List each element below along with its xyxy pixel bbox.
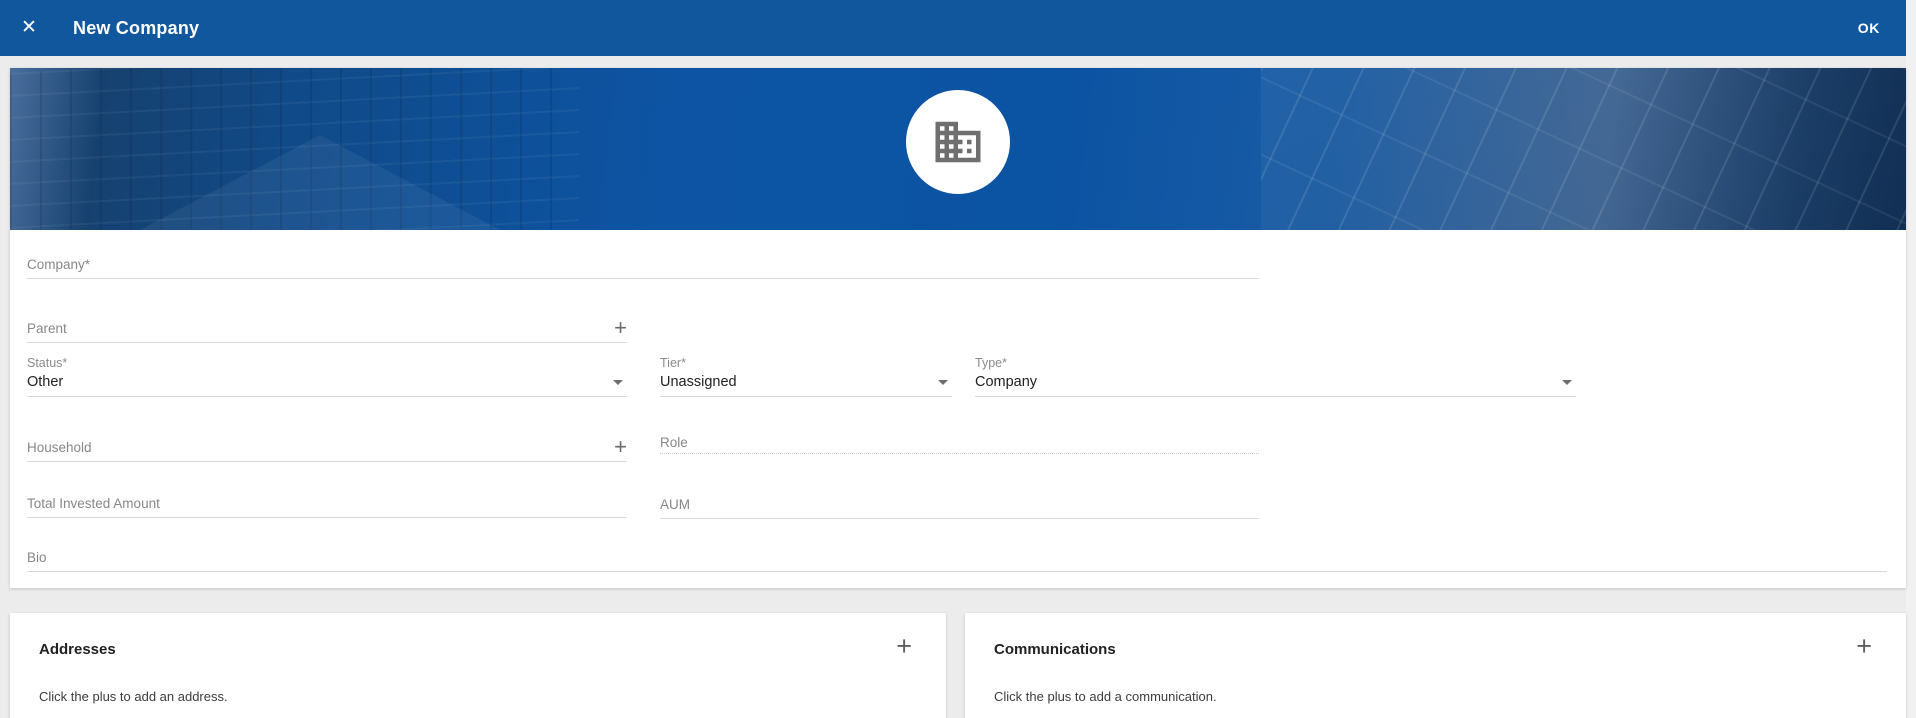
status-select[interactable]: Status* Other [27,356,627,397]
parent-label: Parent [27,321,67,336]
company-avatar[interactable] [906,90,1010,194]
tier-select[interactable]: Tier* Unassigned [660,356,952,397]
ok-button[interactable]: OK [1858,0,1880,56]
tier-value: Unassigned [660,374,737,390]
total-invested-amount-input[interactable]: Total Invested Amount [27,485,627,518]
banner-image [10,68,1906,230]
role-input: Role [660,430,1259,454]
add-household-icon[interactable]: + [614,436,627,458]
communications-card: Communications + Click the plus to add a… [965,613,1906,718]
bio-label: Bio [27,550,47,565]
close-icon[interactable]: ✕ [17,16,41,40]
add-communication-icon[interactable]: + [1856,633,1872,660]
tier-label: Tier* [660,356,686,370]
company-form-card: Company* Parent + Status* Other Tier* Un… [10,68,1906,588]
role-label: Role [660,435,688,450]
bio-input[interactable]: Bio [27,539,1887,572]
add-parent-icon[interactable]: + [614,317,627,339]
company-input[interactable]: Company* [27,246,1259,279]
appbar: ✕ New Company OK [0,0,1906,56]
communications-title: Communications [994,641,1116,658]
total-invested-amount-label: Total Invested Amount [27,496,160,511]
company-label: Company* [27,257,90,272]
communications-hint: Click the plus to add a communication. [994,689,1217,704]
add-address-icon[interactable]: + [896,633,912,660]
addresses-hint: Click the plus to add an address. [39,689,228,704]
addresses-title: Addresses [39,641,116,658]
type-dropdown-arrow-icon[interactable] [1562,380,1572,385]
status-value: Other [27,374,63,390]
page-title: New Company [73,18,199,39]
tier-dropdown-arrow-icon[interactable] [938,380,948,385]
parent-input[interactable]: Parent + [27,310,627,343]
household-input[interactable]: Household + [27,429,627,462]
banner-building-peak [140,135,500,230]
banner-buildings-right-texture [1261,68,1906,230]
aum-label: AUM [660,497,690,512]
addresses-card: Addresses + Click the plus to add an add… [10,613,946,718]
household-label: Household [27,440,92,455]
status-label: Status* [27,356,67,370]
type-label: Type* [975,356,1007,370]
scrollbar[interactable] [1906,0,1916,718]
type-value: Company [975,374,1037,390]
type-select[interactable]: Type* Company [975,356,1576,397]
building-icon [931,115,985,169]
aum-input[interactable]: AUM [660,486,1259,519]
status-dropdown-arrow-icon[interactable] [613,380,623,385]
